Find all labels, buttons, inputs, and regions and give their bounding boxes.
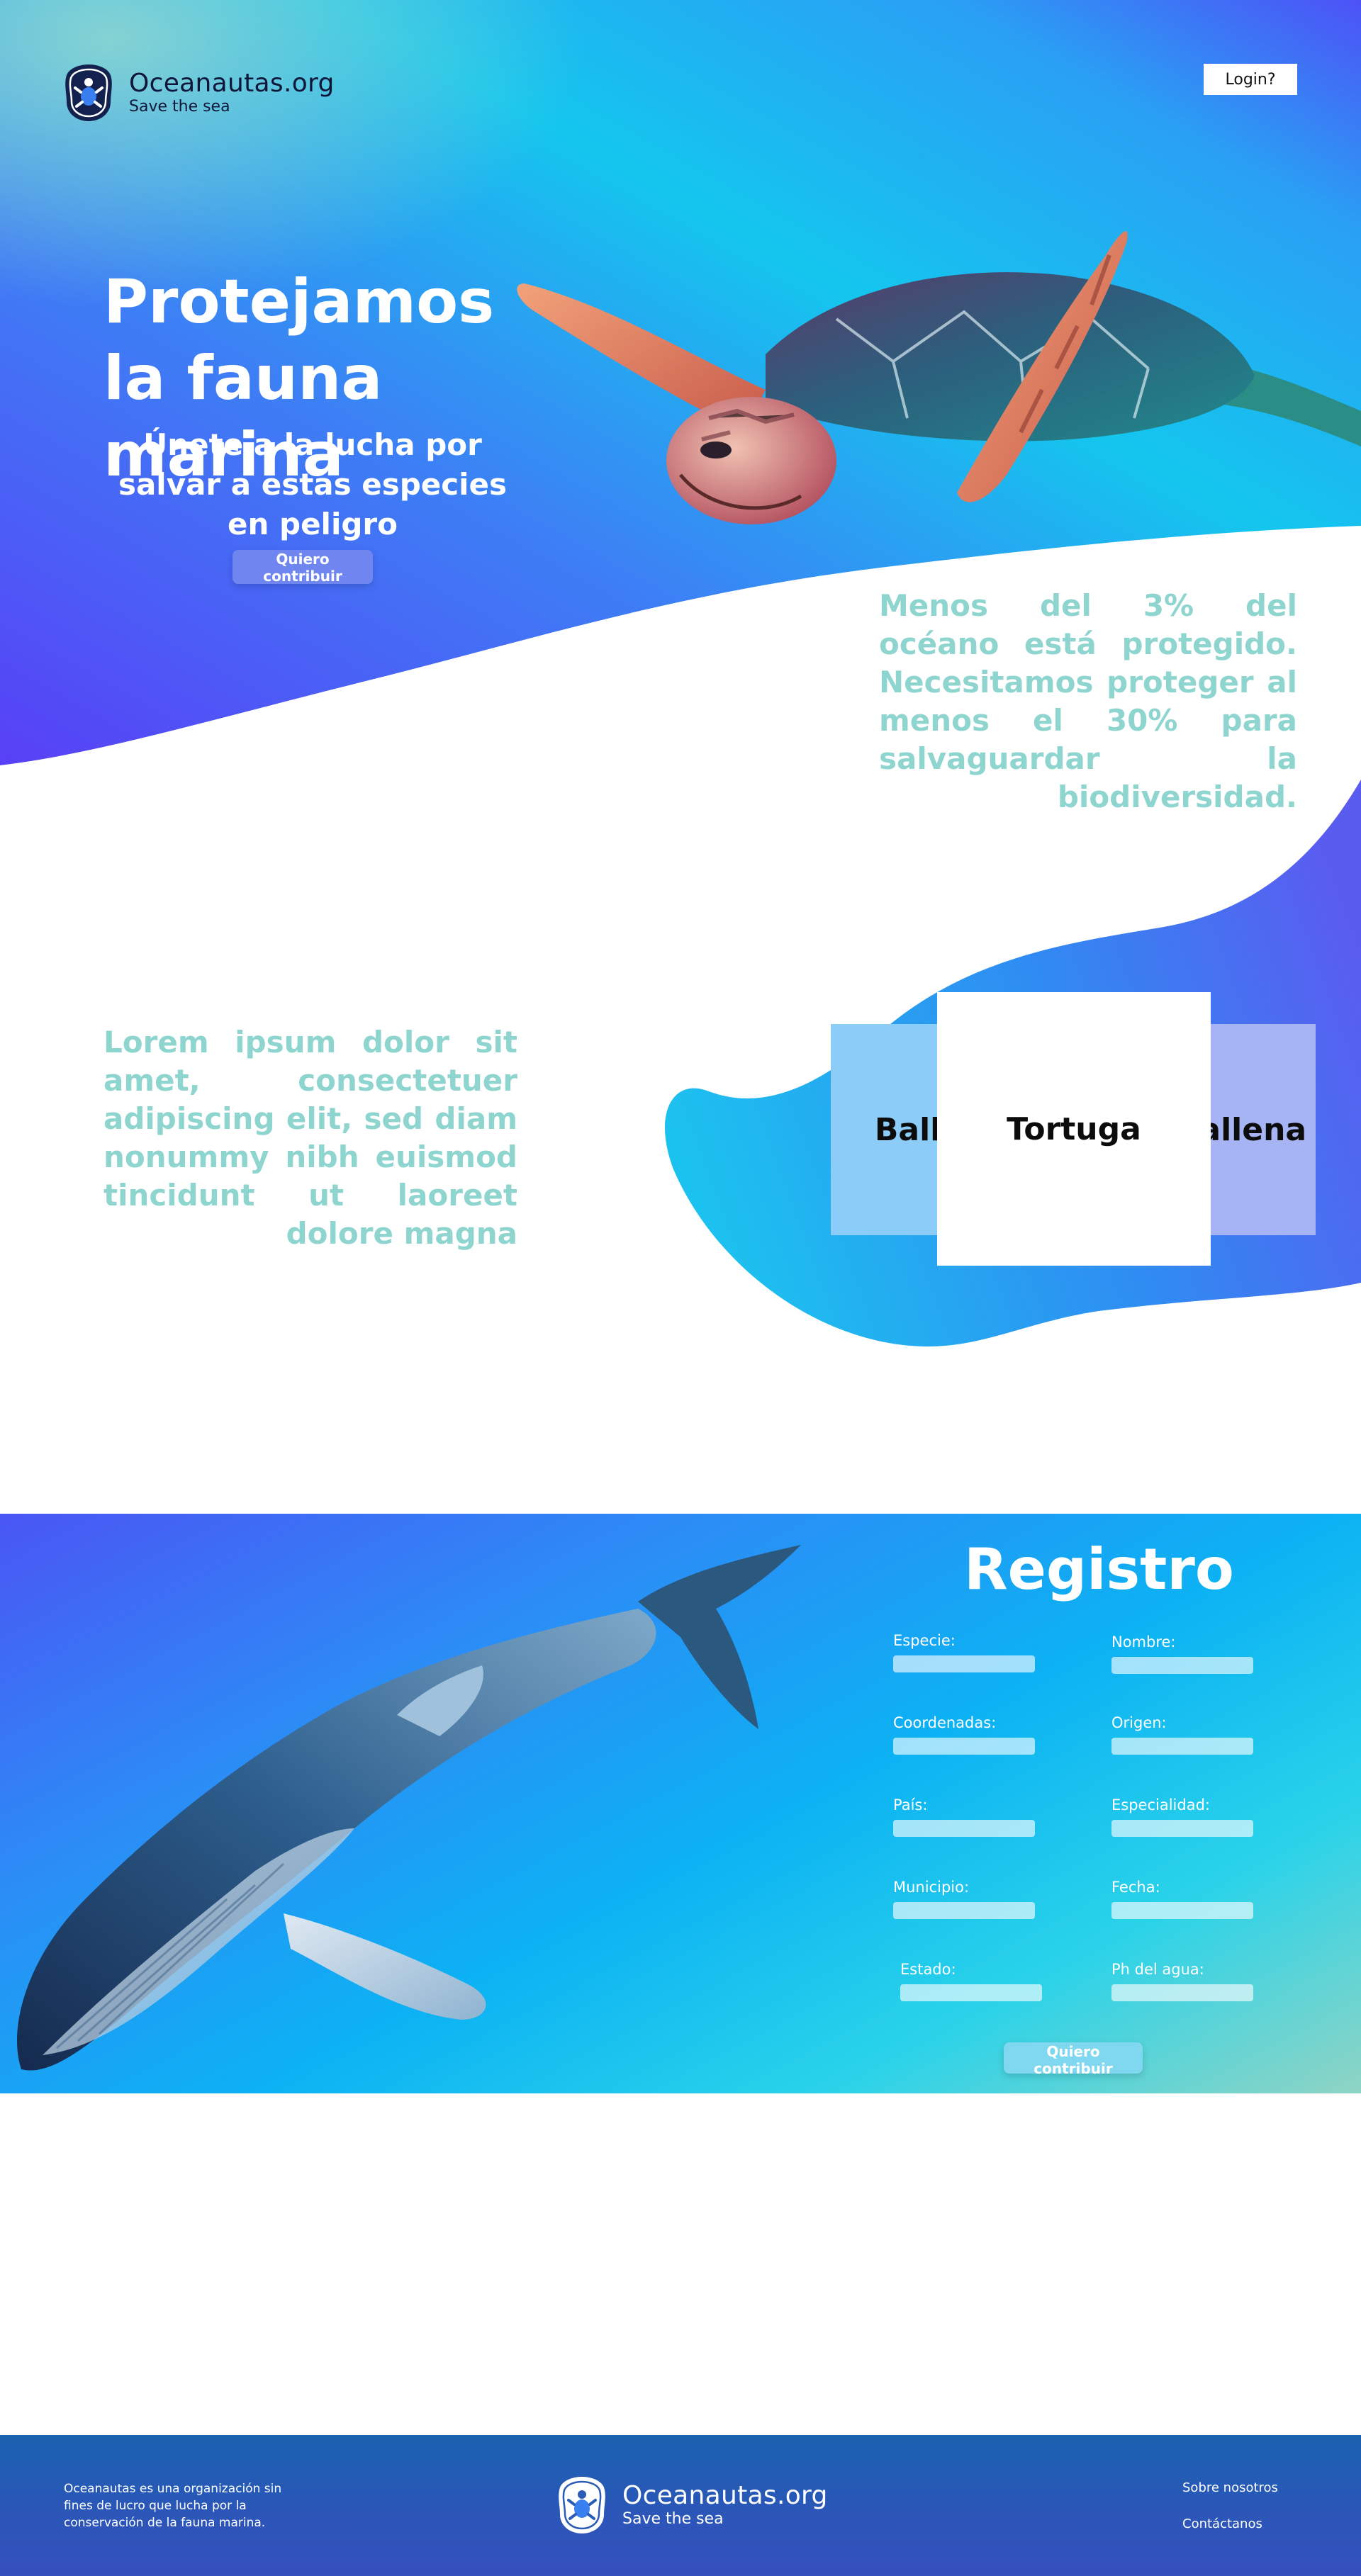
municipio-label: Municipio: [893, 1879, 970, 1896]
footer-brand-logo[interactable]: Oceanautas.org Save the sea [557, 2475, 828, 2536]
field-estado: Estado: [900, 1960, 1042, 2001]
municipio-input[interactable] [893, 1902, 1035, 1919]
pais-input[interactable] [893, 1820, 1035, 1837]
login-button[interactable]: Login? [1204, 64, 1297, 95]
estado-label: Estado: [900, 1961, 956, 1978]
species-card-tortuga[interactable]: Tortuga [937, 992, 1211, 1266]
footer-about-text: Oceanautas es una organización sin fines… [64, 2482, 282, 2530]
ph-label: Ph del agua: [1111, 1961, 1204, 1978]
field-municipio: Municipio: [893, 1878, 1035, 1919]
fecha-label: Fecha: [1111, 1879, 1160, 1896]
registration-submit-button[interactable]: Quiero contribuir [1004, 2042, 1143, 2077]
species-intro-text: Lorem ipsum dolor sit amet, consectetuer… [103, 1025, 517, 1251]
pais-label: País: [893, 1796, 928, 1813]
brand-name: Oceanautas.org [129, 69, 335, 98]
field-pais: País: [893, 1796, 1035, 1837]
footer-brand-tagline: Save the sea [622, 2510, 724, 2528]
field-coordenadas: Coordenadas: [893, 1714, 1035, 1755]
especie-label: Especie: [893, 1632, 956, 1649]
field-especie: Especie: [893, 1631, 1035, 1672]
origen-label: Origen: [1111, 1714, 1167, 1731]
ph-input[interactable] [1111, 1984, 1253, 2001]
registration-title: Registro [964, 1536, 1234, 1602]
hero-subtitle: Únete a la lucha por salvar a estas espe… [118, 427, 508, 541]
species-card-label: Tortuga [1007, 1110, 1141, 1147]
especialidad-label: Especialidad: [1111, 1796, 1210, 1813]
coordenadas-label: Coordenadas: [893, 1714, 997, 1731]
coordenadas-input[interactable] [893, 1738, 1035, 1755]
nombre-label: Nombre: [1111, 1633, 1176, 1650]
footer-link-contact[interactable]: Contáctanos [1182, 2516, 1262, 2531]
brand-logo[interactable]: Oceanautas.org Save the sea [64, 62, 335, 123]
estado-input[interactable] [900, 1984, 1042, 2001]
nombre-input[interactable] [1111, 1657, 1253, 1674]
contribute-button[interactable]: Quiero contribuir [233, 550, 373, 585]
sea-turtle-illustration [517, 231, 1361, 524]
turtle-shield-icon [559, 2477, 605, 2533]
brand-tagline: Save the sea [129, 98, 230, 116]
footer-brand-name: Oceanautas.org [622, 2481, 828, 2510]
humpback-whale-illustration [17, 1545, 801, 2071]
especialidad-input[interactable] [1111, 1820, 1253, 1837]
turtle-shield-icon [65, 64, 112, 121]
field-origen: Origen: [1111, 1714, 1253, 1755]
fecha-input[interactable] [1111, 1902, 1253, 1919]
field-nombre: Nombre: [1111, 1633, 1253, 1674]
field-especialidad: Especialidad: [1111, 1796, 1253, 1837]
origen-input[interactable] [1111, 1738, 1253, 1755]
footer-link-about[interactable]: Sobre nosotros [1182, 2480, 1278, 2495]
field-fecha: Fecha: [1111, 1878, 1253, 1919]
field-ph: Ph del agua: [1111, 1960, 1253, 2001]
especie-input[interactable] [893, 1655, 1035, 1672]
